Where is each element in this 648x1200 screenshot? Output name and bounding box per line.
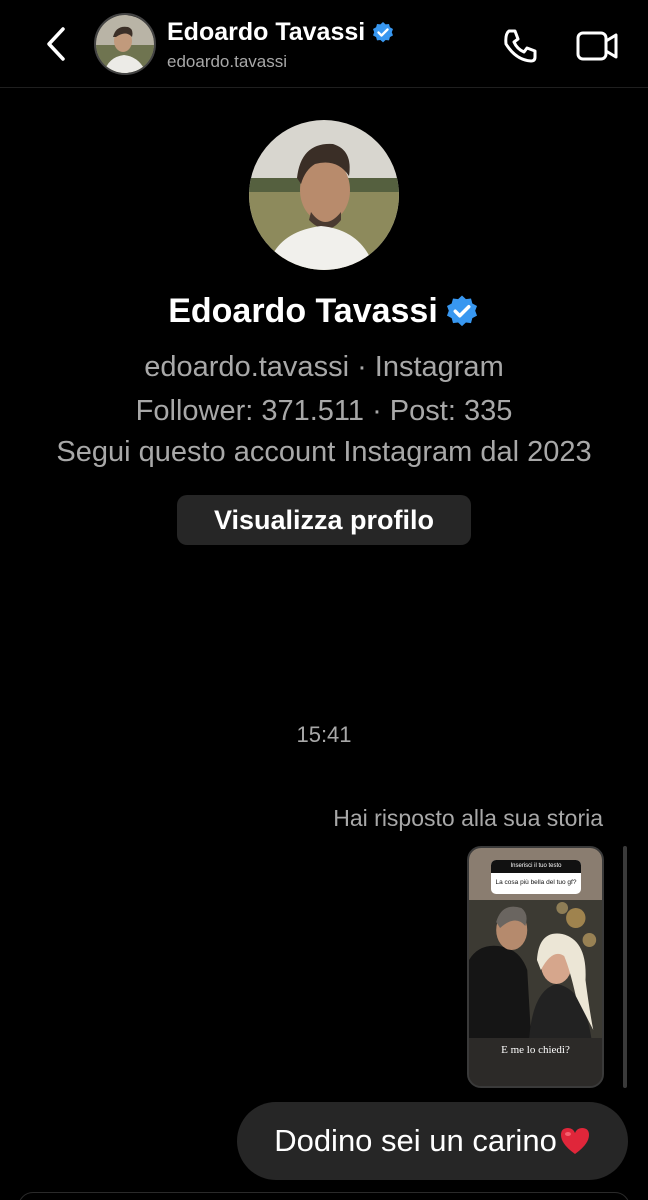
profile-stats: Follower: 371.511 · Post: 335: [135, 395, 513, 427]
story-photo: [469, 900, 602, 1038]
profile-following-since: Segui questo account Instagram dal 2023: [56, 436, 592, 468]
message-composer[interactable]: [18, 1192, 630, 1200]
profile-card: Edoardo Tavassi edoardo.tavassi · Instag…: [0, 120, 648, 545]
back-button[interactable]: [38, 22, 74, 66]
scrollbar[interactable]: [623, 846, 627, 1088]
video-camera-icon: [576, 31, 618, 61]
profile-avatar[interactable]: [249, 120, 399, 270]
header-avatar[interactable]: [94, 13, 156, 75]
header-name: Edoardo Tavassi: [167, 18, 366, 46]
chevron-left-icon: [47, 27, 65, 61]
story-question-text: La cosa più bella del tuo gf?: [495, 879, 577, 886]
message-timestamp: 15:41: [296, 722, 352, 747]
verified-badge-icon: [446, 295, 477, 326]
header-title[interactable]: Edoardo Tavassi: [167, 18, 395, 47]
red-heart-icon: [560, 1128, 589, 1154]
profile-name: Edoardo Tavassi: [168, 292, 438, 330]
phone-icon: [504, 29, 537, 63]
header-username: edoardo.tavassi: [167, 52, 288, 71]
chat-header: Edoardo Tavassi edoardo.tavassi: [0, 0, 648, 88]
story-question-box: Inserisci il tuo testo La cosa più bella…: [491, 860, 581, 894]
story-thumbnail[interactable]: Inserisci il tuo testo La cosa più bella…: [467, 846, 604, 1088]
video-call-button[interactable]: [574, 24, 622, 68]
audio-call-button[interactable]: [498, 24, 542, 68]
story-reply-label: Hai risposto alla sua storia: [333, 805, 603, 831]
message-text: Dodino sei un carino: [274, 1123, 557, 1158]
verified-badge-icon: [373, 21, 394, 42]
story-question-header: Inserisci il tuo testo: [491, 860, 581, 873]
profile-meta: edoardo.tavassi · Instagram: [144, 351, 504, 383]
story-answer-text: E me lo chiedi?: [501, 1044, 570, 1056]
view-profile-button[interactable]: Visualizza profilo: [177, 495, 471, 545]
message-bubble[interactable]: Dodino sei un carino: [237, 1102, 628, 1180]
profile-title: Edoardo Tavassi: [0, 292, 648, 331]
